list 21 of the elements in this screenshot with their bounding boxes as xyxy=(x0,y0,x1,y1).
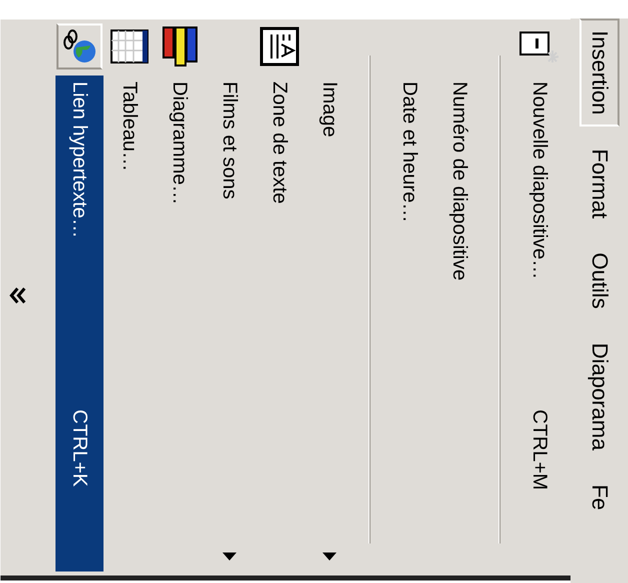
menu-item[interactable]: Zone de texte xyxy=(255,75,303,571)
menu-bar-item[interactable]: Fe xyxy=(579,472,619,522)
table-icon xyxy=(109,28,149,64)
menu-bar-item[interactable]: Outils xyxy=(579,240,619,320)
menu-item[interactable]: Nouvelle diapositive… CTRL+M xyxy=(515,75,563,571)
menu-item[interactable]: Tableau… xyxy=(105,75,153,571)
menu-item[interactable]: Lien hypertexte… CTRL+K xyxy=(55,75,103,571)
menu-item[interactable]: Numéro de diapositive xyxy=(435,75,483,571)
menu-item[interactable]: Image xyxy=(305,75,353,571)
menu-bar-item[interactable]: Diaporama xyxy=(579,330,619,462)
menu-bar-item[interactable]: Format xyxy=(579,136,619,230)
menu-item[interactable]: Films et sons xyxy=(205,75,253,571)
shortcut-label: CTRL+M xyxy=(528,409,550,490)
menu-item[interactable]: Diagramme… xyxy=(155,75,203,571)
expand-chevron-icon[interactable] xyxy=(8,285,26,305)
text-box-icon xyxy=(259,26,299,66)
hyperlink-icon xyxy=(56,23,102,69)
chart-icon xyxy=(160,25,198,67)
menu-bar-item[interactable]: Insertion xyxy=(579,18,619,126)
menu-item[interactable]: Date et heure… xyxy=(385,75,433,571)
shortcut-label: CTRL+K xyxy=(68,409,90,486)
